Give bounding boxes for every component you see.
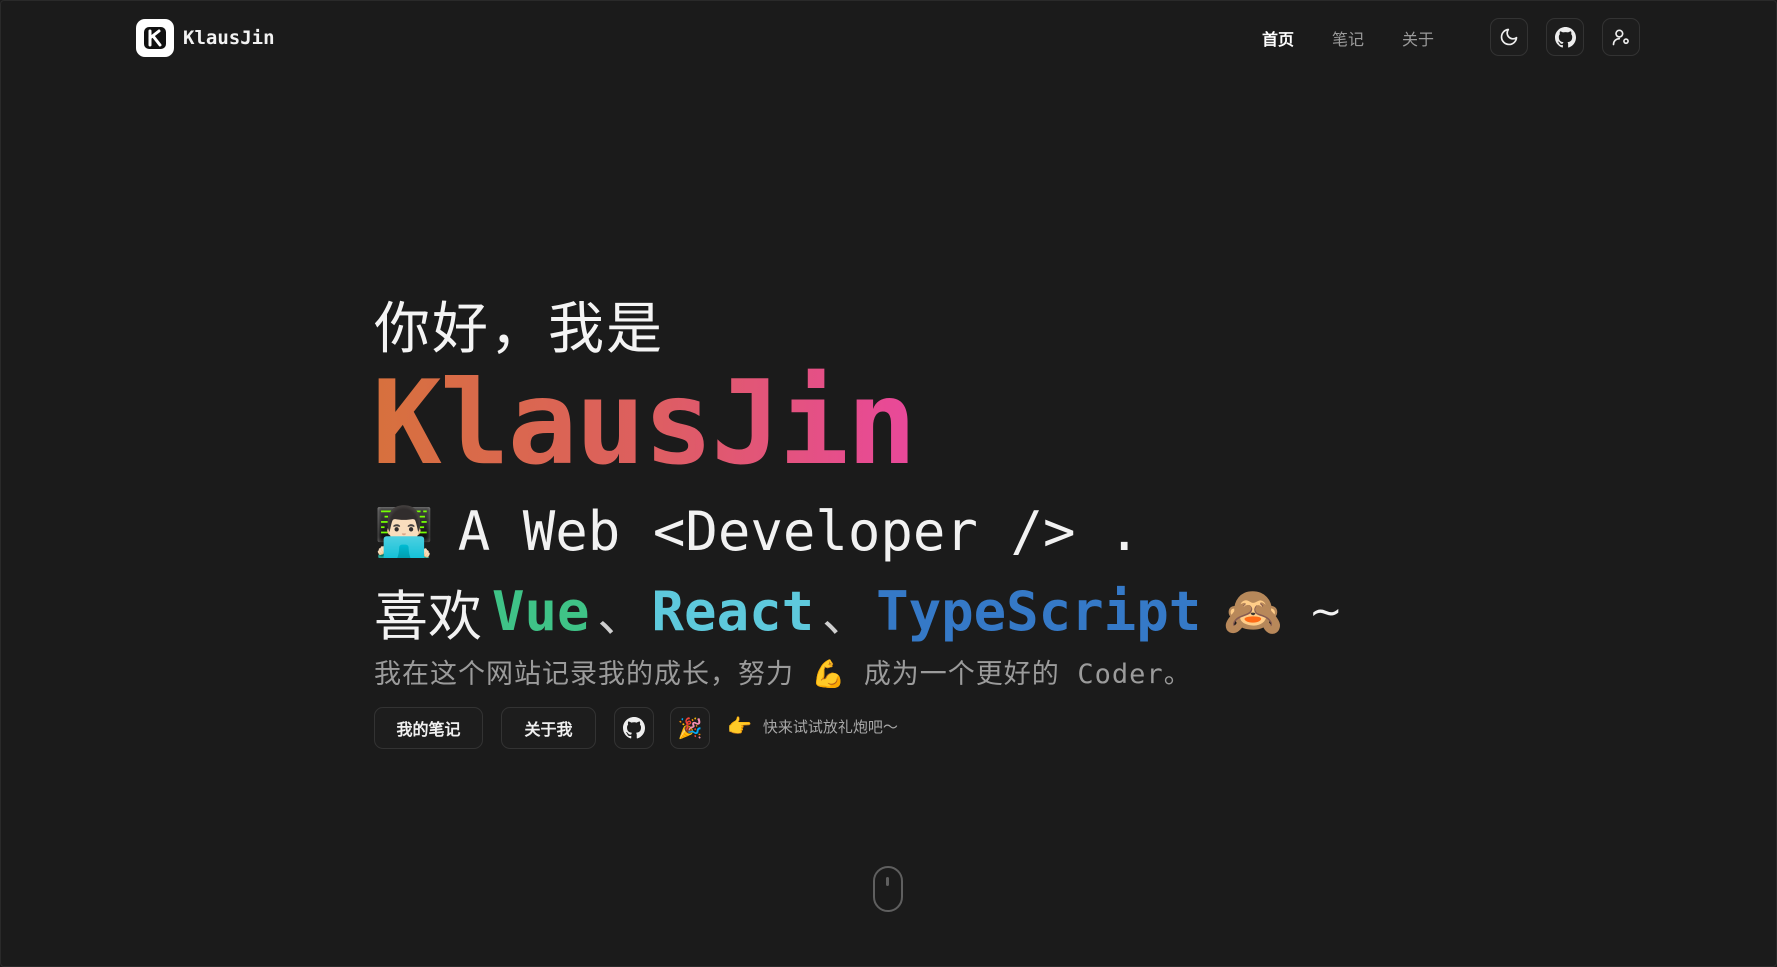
github-icon [623,717,645,739]
tech-typescript: TypeScript [876,580,1202,643]
role-line: 👨🏻‍💻 A Web <Developer /> . [374,500,1141,563]
scroll-down-mouse-icon[interactable] [873,866,903,912]
tech-react: React [651,580,815,643]
nav-home[interactable]: 首页 [1262,26,1294,50]
hint-text: 快来试试放礼炮吧～ [762,717,898,736]
brand-name: KlausJin [183,27,275,49]
nav-about[interactable]: 关于 [1402,26,1434,50]
likes-line: 喜欢 Vue 、 React 、 TypeScript 🙈 ~ [374,572,1343,651]
theme-toggle-button[interactable] [1490,18,1528,56]
desc-part1: 我在这个网站记录我的成长，努力 [374,659,794,690]
tech-vue: Vue [492,580,590,643]
technologist-emoji: 👨🏻‍💻 [374,504,434,560]
my-notes-button[interactable]: 我的笔记 [374,707,483,749]
description: 我在这个网站记录我的成长，努力 💪 成为一个更好的 Coder。 [374,652,1192,691]
k-logo-icon [136,19,174,57]
separator: 、 [822,587,869,642]
mouse-wheel [886,877,889,886]
nav-notes[interactable]: 笔记 [1332,26,1364,50]
github-icon [1554,26,1576,47]
desc-end: 。 [1163,659,1192,690]
hero-github-button[interactable] [614,707,654,749]
separator: 、 [597,587,644,642]
user-settings-button[interactable] [1602,18,1640,56]
see-no-evil-emoji: 🙈 [1223,584,1283,640]
hero-name: KlausJin [372,356,917,491]
desc-coder: Coder [1077,659,1164,690]
greeting: 你好，我是 [374,297,664,362]
likes-prefix: 喜欢 [374,585,482,648]
user-settings-icon [1612,29,1629,46]
flexed-biceps-emoji: 💪 [811,659,847,690]
brand-logo[interactable]: KlausJin [136,19,275,57]
about-me-button[interactable]: 关于我 [501,707,596,749]
desc-part2: 成为一个更好的 [863,659,1060,690]
moon-icon [1500,28,1518,46]
tilde: ~ [1308,588,1343,635]
confetti-hint: 👈 快来试试放礼炮吧～ [728,714,898,738]
github-button[interactable] [1546,18,1584,56]
role-text: A Web <Developer /> . [457,500,1141,563]
pointing-hand-emoji: 👈 [728,714,753,738]
confetti-button[interactable]: 🎉 [670,707,710,749]
